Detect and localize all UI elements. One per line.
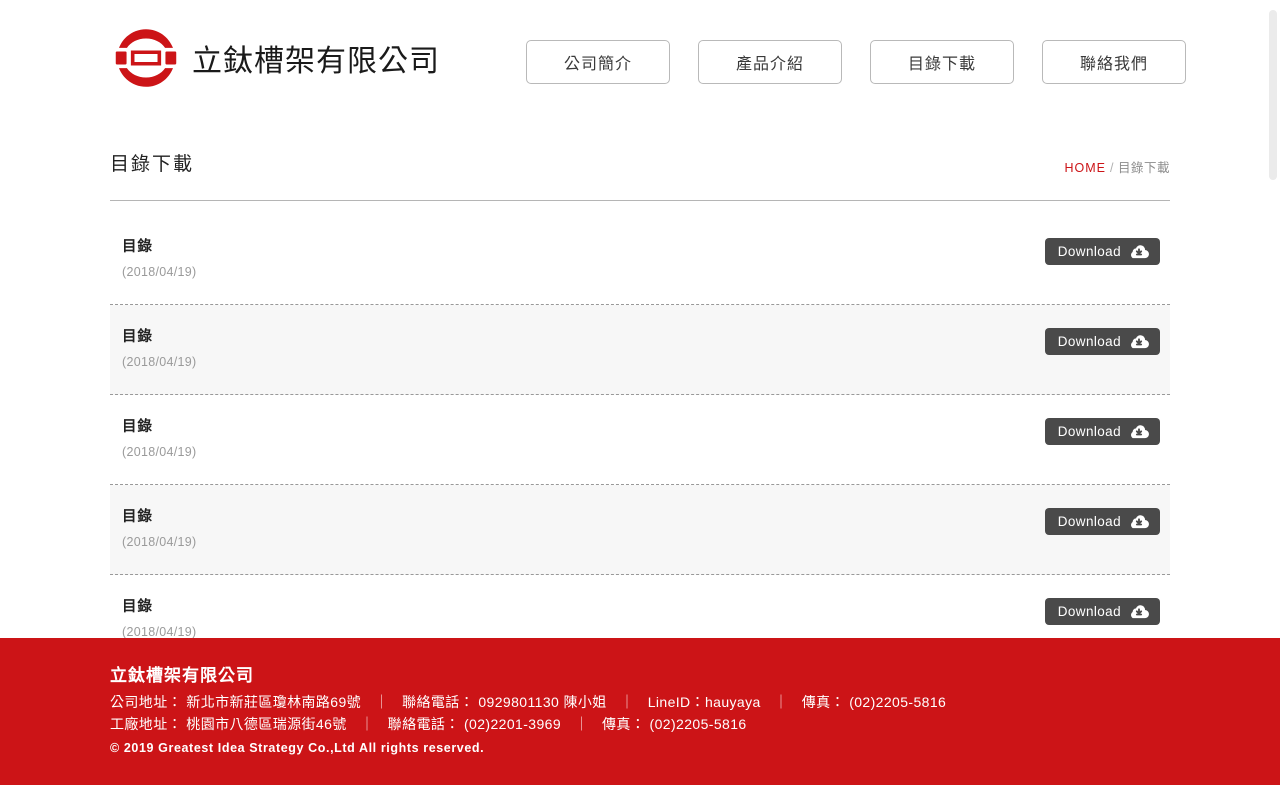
footer-company-name: 立鈦槽架有限公司: [110, 666, 254, 685]
company-emblem-icon: [110, 22, 182, 94]
download-list: 目錄 (2018/04/19) Download 目錄 (2018/04/19)…: [110, 215, 1170, 665]
download-button[interactable]: Download: [1044, 508, 1160, 535]
site-footer: 立鈦槽架有限公司 公司地址： 新北市新莊區瓊林南路69號 ｜ 聯絡電話： 092…: [0, 638, 1280, 785]
footer-factory-phone-value: (02)2201-3969: [463, 716, 562, 732]
footer-separator: ｜: [773, 694, 789, 710]
breadcrumb-separator: /: [1110, 161, 1114, 175]
footer-office-address-value: 新北市新莊區瓊林南路69號: [186, 694, 362, 710]
download-info: 目錄 (2018/04/19): [120, 507, 197, 550]
footer-office-phone-value: 0929801130 陳小姐: [478, 694, 607, 710]
footer-separator: ｜: [619, 694, 635, 710]
main-nav: 公司簡介 產品介紹 目錄下載 聯絡我們: [526, 40, 1186, 84]
footer-inner: 立鈦槽架有限公司 公司地址： 新北市新莊區瓊林南路69號 ｜ 聯絡電話： 092…: [110, 638, 1170, 759]
download-info: 目錄 (2018/04/19): [120, 597, 197, 640]
page-scrollbar[interactable]: [1266, 0, 1280, 785]
table-row: 目錄 (2018/04/19) Download: [110, 215, 1170, 305]
table-row: 目錄 (2018/04/19) Download: [110, 305, 1170, 395]
page-scrollbar-thumb[interactable]: [1269, 10, 1277, 180]
page-root: 立鈦槽架有限公司 公司簡介 產品介紹 目錄下載 聯絡我們 目錄下載 HOME / 目…: [0, 0, 1280, 785]
footer-separator: ｜: [359, 716, 375, 732]
footer-lineid: LineID：hauyaya: [647, 694, 761, 710]
cloud-download-icon: [1129, 424, 1149, 439]
footer-factory-fax-label: 傳真：: [602, 716, 646, 732]
download-date: (2018/04/19): [122, 265, 197, 279]
main-content: 目錄下載 HOME / 目錄下載 目錄 (2018/04/19) Download: [110, 130, 1170, 665]
nav-item-products[interactable]: 產品介紹: [698, 40, 842, 84]
footer-separator: ｜: [374, 694, 389, 710]
download-button-label: Download: [1057, 334, 1121, 349]
brand-link[interactable]: 立鈦槽架有限公司: [110, 22, 440, 94]
download-button[interactable]: Download: [1044, 328, 1160, 355]
footer-factory-phone-label: 聯絡電話：: [387, 716, 460, 732]
download-info: 目錄 (2018/04/19): [120, 417, 197, 460]
footer-office-phone-label: 聯絡電話：: [402, 694, 475, 710]
header-inner: 立鈦槽架有限公司 公司簡介 產品介紹 目錄下載 聯絡我們: [110, 0, 1186, 130]
nav-item-contact[interactable]: 聯絡我們: [1042, 40, 1186, 84]
footer-office-fax-label: 傳真：: [801, 694, 845, 710]
download-button-label: Download: [1057, 514, 1121, 529]
cloud-download-icon: [1129, 604, 1149, 619]
download-info: 目錄 (2018/04/19): [120, 327, 197, 370]
download-title: 目錄: [122, 419, 153, 435]
page-head: 目錄下載 HOME / 目錄下載: [110, 152, 1170, 201]
cloud-download-icon: [1129, 244, 1149, 259]
download-button-label: Download: [1057, 604, 1121, 619]
footer-factory-line: 工廠地址： 桃園市八德區瑞源街46號 ｜ 聯絡電話： (02)2201-3969…: [110, 713, 1170, 735]
nav-item-downloads[interactable]: 目錄下載: [870, 40, 1014, 84]
cloud-download-icon: [1129, 334, 1149, 349]
nav-item-about[interactable]: 公司簡介: [526, 40, 670, 84]
footer-office-line: 公司地址： 新北市新莊區瓊林南路69號 ｜ 聯絡電話： 0929801130 陳…: [110, 691, 1170, 713]
footer-separator: ｜: [574, 716, 589, 732]
footer-office-fax-value: (02)2205-5816: [849, 694, 947, 710]
download-title: 目錄: [122, 599, 153, 615]
page-title: 目錄下載: [110, 154, 195, 175]
table-row: 目錄 (2018/04/19) Download: [110, 485, 1170, 575]
download-date: (2018/04/19): [122, 535, 197, 549]
footer-copyright: © 2019 Greatest Idea Strategy Co.,Ltd Al…: [110, 741, 485, 755]
download-button[interactable]: Download: [1044, 238, 1160, 265]
table-row: 目錄 (2018/04/19) Download: [110, 395, 1170, 485]
footer-factory-address-value: 桃園市八德區瑞源街46號: [186, 716, 347, 732]
footer-factory-address-label: 工廠地址：: [110, 716, 182, 732]
cloud-download-icon: [1129, 514, 1149, 529]
breadcrumb-current: 目錄下載: [1117, 161, 1170, 175]
download-date: (2018/04/19): [122, 445, 197, 459]
breadcrumb-home[interactable]: HOME: [1065, 161, 1107, 175]
download-title: 目錄: [122, 329, 153, 345]
download-button-label: Download: [1057, 424, 1121, 439]
breadcrumb: HOME / 目錄下載: [1065, 158, 1171, 178]
download-date: (2018/04/19): [122, 355, 197, 369]
download-button[interactable]: Download: [1044, 418, 1160, 445]
download-title: 目錄: [122, 509, 153, 525]
footer-factory-fax-value: (02)2205-5816: [649, 716, 747, 732]
brand-name: 立鈦槽架有限公司: [192, 45, 440, 78]
download-title: 目錄: [122, 239, 153, 255]
footer-office-address-label: 公司地址：: [110, 694, 182, 710]
download-button-label: Download: [1057, 244, 1121, 259]
download-button[interactable]: Download: [1044, 598, 1160, 625]
download-info: 目錄 (2018/04/19): [120, 237, 197, 280]
site-header: 立鈦槽架有限公司 公司簡介 產品介紹 目錄下載 聯絡我們: [0, 0, 1280, 130]
